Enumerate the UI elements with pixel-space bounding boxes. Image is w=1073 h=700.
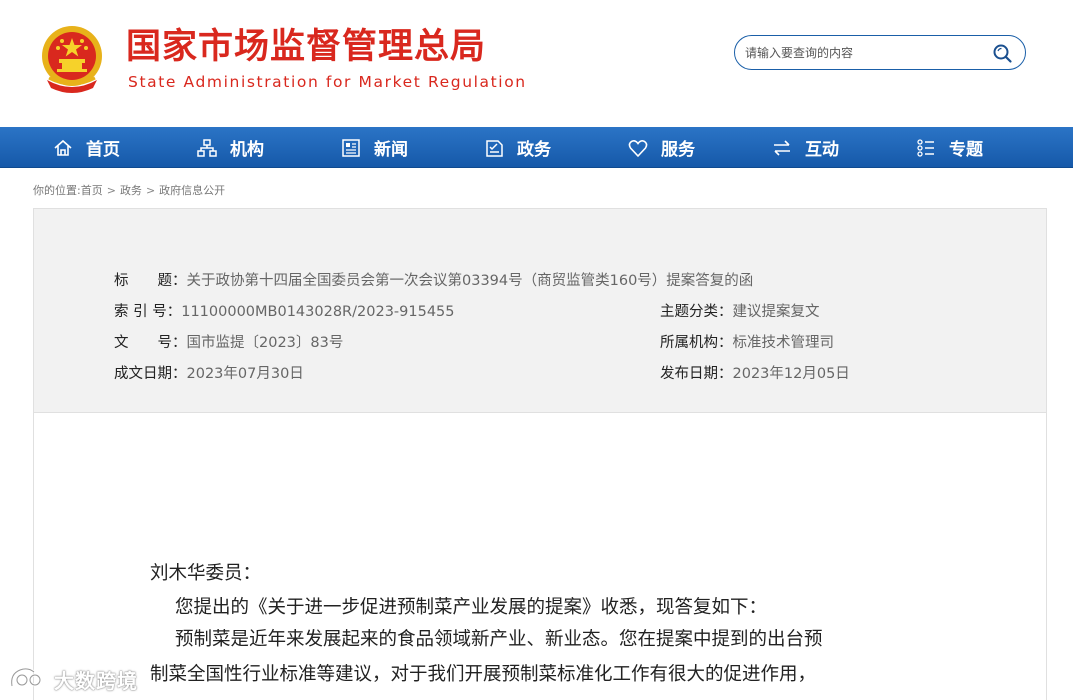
breadcrumb-affairs-link[interactable]: 政务 [120, 184, 142, 197]
home-icon [54, 139, 72, 156]
nav-label: 首页 [86, 140, 120, 160]
nav-label: 机构 [230, 140, 264, 160]
document-info-panel: 标 题：关于政协第十四届全国委员会第一次会议第03394号（商贸监管类160号）… [33, 208, 1047, 413]
nav-label: 新闻 [374, 140, 408, 160]
nav-item-interaction[interactable]: 互动 [771, 127, 839, 168]
info-doc-number-label: 文 号： [114, 335, 187, 351]
nav-label: 服务 [661, 140, 695, 160]
search-box [734, 35, 1026, 70]
info-org-value: 标准技术管理司 [732, 335, 835, 351]
watermark-logo-icon [10, 667, 42, 687]
site-header: 国家市场监督管理总局 State Administration for Mark… [0, 0, 1073, 127]
info-created-label: 成文日期： [114, 366, 187, 382]
breadcrumb-home-link[interactable]: 首页 [81, 184, 103, 197]
info-index-row: 索 引 号：11100000MB0143028R/2023-915455 [114, 302, 455, 322]
content-paragraph: 制菜全国性行业标准等建议，对于我们开展预制菜标准化工作有很大的促进作用， [150, 664, 817, 685]
breadcrumb-prefix: 你的位置: [33, 184, 81, 197]
info-doc-number-value: 国市监提〔2023〕83号 [186, 335, 344, 351]
org-chart-icon [197, 138, 217, 157]
nav-label: 政务 [517, 140, 551, 160]
newspaper-icon [342, 138, 360, 157]
info-published-row: 发布日期：2023年12月05日 [660, 364, 850, 384]
exchange-arrows-icon [774, 139, 790, 156]
content-paragraph: 预制菜是近年来发展起来的食品领域新产业、新业态。您在提案中提到的出台预 [175, 629, 823, 650]
document-icon [486, 139, 503, 157]
nav-item-organization[interactable]: 机构 [196, 127, 264, 168]
info-index-label: 索 引 号： [114, 304, 182, 320]
national-emblem-icon [42, 26, 102, 93]
info-created-row: 成文日期：2023年07月30日 [114, 364, 304, 384]
info-created-value: 2023年07月30日 [186, 366, 304, 382]
info-org-row: 所属机构：标准技术管理司 [660, 333, 834, 353]
info-index-value: 11100000MB0143028R/2023-915455 [181, 304, 455, 320]
site-title: 国家市场监督管理总局 [126, 27, 487, 67]
info-title-value: 关于政协第十四届全国委员会第一次会议第03394号（商贸监管类160号）提案答复… [186, 273, 754, 289]
info-published-value: 2023年12月05日 [732, 366, 850, 382]
watermark-text: 大数跨境 [54, 668, 138, 693]
search-icon[interactable] [991, 42, 1013, 64]
info-title-row: 标 题：关于政协第十四届全国委员会第一次会议第03394号（商贸监管类160号）… [114, 271, 753, 291]
nav-label: 互动 [805, 140, 839, 160]
info-doc-number-row: 文 号：国市监提〔2023〕83号 [114, 333, 343, 353]
document-content: 刘木华委员： 您提出的《关于进一步促进预制菜产业发展的提案》收悉，现答复如下： … [33, 413, 1047, 700]
info-title-label: 标 题： [114, 273, 187, 289]
heart-icon [628, 139, 648, 157]
breadcrumb-separator: > [106, 184, 116, 197]
nav-item-home[interactable]: 首页 [52, 127, 120, 168]
nav-item-topics[interactable]: 专题 [915, 127, 983, 168]
main-nav: 首页 机构 新闻 政务 服务 互动 专题 [0, 127, 1073, 168]
watermark: 大数跨境 [8, 662, 138, 696]
content-paragraph: 您提出的《关于进一步促进预制菜产业发展的提案》收悉，现答复如下： [175, 597, 768, 618]
breadcrumb-separator: > [145, 184, 156, 197]
salutation: 刘木华委员： [150, 563, 262, 584]
nav-label: 专题 [949, 140, 983, 160]
search-input[interactable] [745, 43, 985, 63]
page: 国家市场监督管理总局 State Administration for Mark… [0, 0, 1073, 700]
site-subtitle: State Administration for Market Regulati… [128, 73, 527, 91]
breadcrumb: 你的位置:首页 > 政务 > 政府信息公开 [33, 182, 225, 198]
nav-item-government-affairs[interactable]: 政务 [483, 127, 551, 168]
info-published-label: 发布日期： [660, 366, 733, 382]
list-icon [917, 138, 934, 157]
nav-item-news[interactable]: 新闻 [340, 127, 408, 168]
breadcrumb-gov-info-link[interactable]: 政府信息公开 [159, 184, 225, 197]
nav-item-services[interactable]: 服务 [627, 127, 695, 168]
info-topic-row: 主题分类：建议提案复文 [660, 302, 820, 322]
info-topic-value: 建议提案复文 [732, 304, 820, 320]
info-org-label: 所属机构： [660, 335, 733, 351]
info-topic-label: 主题分类： [660, 304, 733, 320]
